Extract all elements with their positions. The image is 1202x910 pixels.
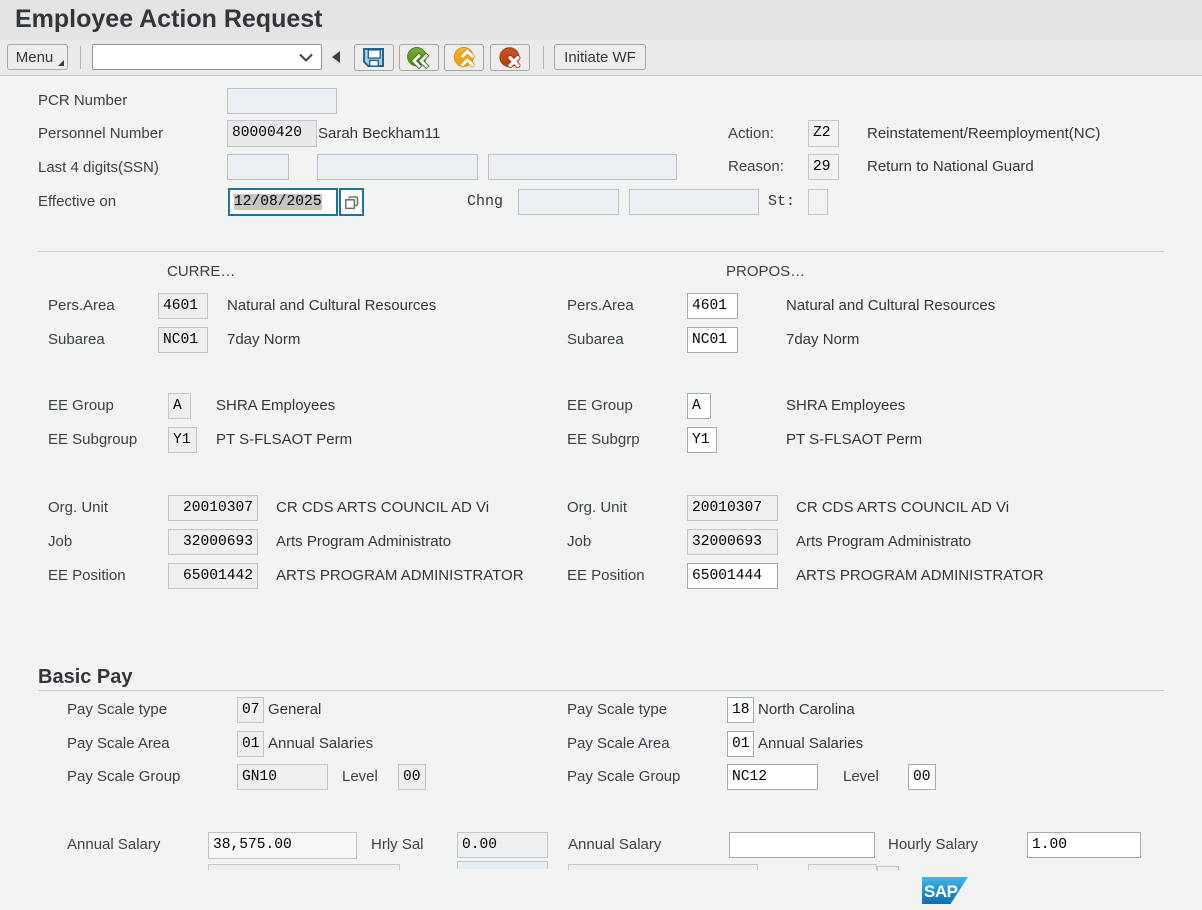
svg-text:SAP: SAP xyxy=(924,882,958,901)
